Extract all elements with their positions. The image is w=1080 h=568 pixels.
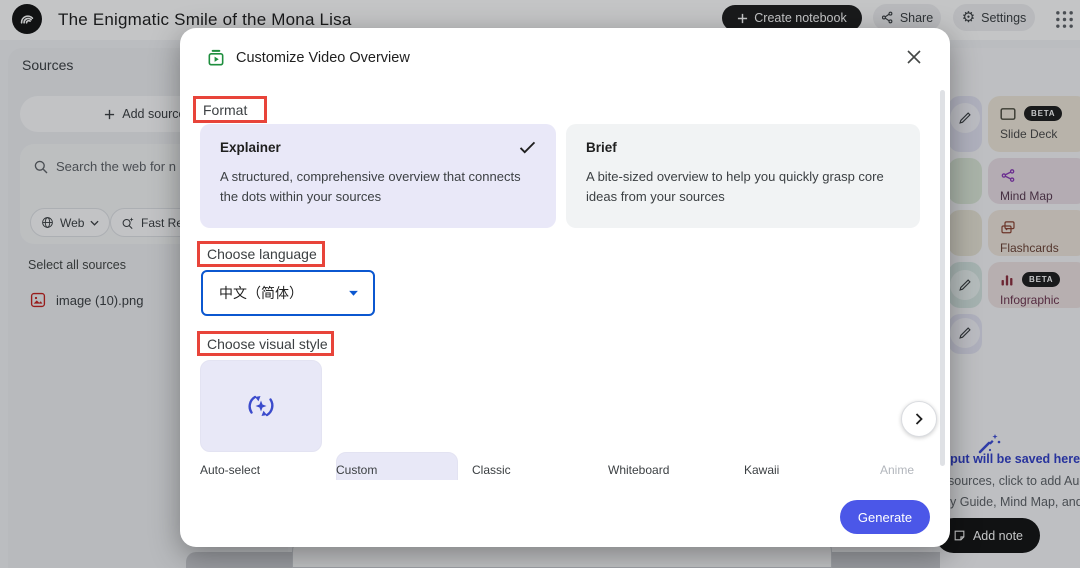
chevron-right-icon [913, 413, 925, 425]
format-option-description: A structured, comprehensive overview tha… [220, 167, 538, 207]
language-section-label: Choose language [207, 246, 317, 262]
style-label-kawaii: Kawaii [744, 463, 779, 477]
style-label-auto-select: Auto-select [200, 463, 260, 477]
style-label-custom: Custom [336, 463, 377, 477]
format-section-label: Format [203, 102, 247, 118]
style-label-anime: Anime [880, 463, 914, 477]
annotation-box-visual-style: Choose visual style [197, 331, 334, 356]
dropdown-arrow-icon [348, 290, 359, 297]
visual-style-row: Auto-select Custom Classic Whiteboard Ka… [200, 360, 935, 480]
video-overview-icon [206, 48, 226, 68]
style-label-classic: Classic [472, 463, 511, 477]
modal-title: Customize Video Overview [236, 50, 410, 66]
customize-video-overview-modal: Customize Video Overview Format Explaine… [180, 28, 950, 547]
format-option-name: Brief [586, 140, 900, 155]
format-option-description: A bite-sized overview to help you quickl… [586, 167, 892, 207]
auto-select-icon [241, 386, 281, 426]
style-card-auto-select[interactable] [200, 360, 322, 452]
language-select[interactable]: 中文（简体） [201, 270, 375, 316]
close-icon [904, 47, 924, 67]
selected-check-icon [519, 141, 536, 154]
annotation-box-format: Format [193, 96, 267, 123]
format-option-name: Explainer [220, 140, 281, 155]
annotation-box-language: Choose language [197, 241, 325, 267]
visual-style-section-label: Choose visual style [207, 336, 328, 352]
format-option-brief[interactable]: Brief A bite-sized overview to help you … [566, 124, 920, 228]
format-option-explainer[interactable]: Explainer A structured, comprehensive ov… [200, 124, 556, 228]
language-selected-value: 中文（简体） [219, 283, 303, 303]
close-button[interactable] [904, 47, 924, 67]
notebooklm-app: The Enigmatic Smile of the Mona Lisa Cre… [0, 0, 1080, 568]
modal-scrollbar[interactable] [940, 90, 945, 466]
generate-button[interactable]: Generate [840, 500, 930, 534]
style-label-whiteboard: Whiteboard [608, 463, 669, 477]
carousel-next-button[interactable] [901, 401, 937, 437]
